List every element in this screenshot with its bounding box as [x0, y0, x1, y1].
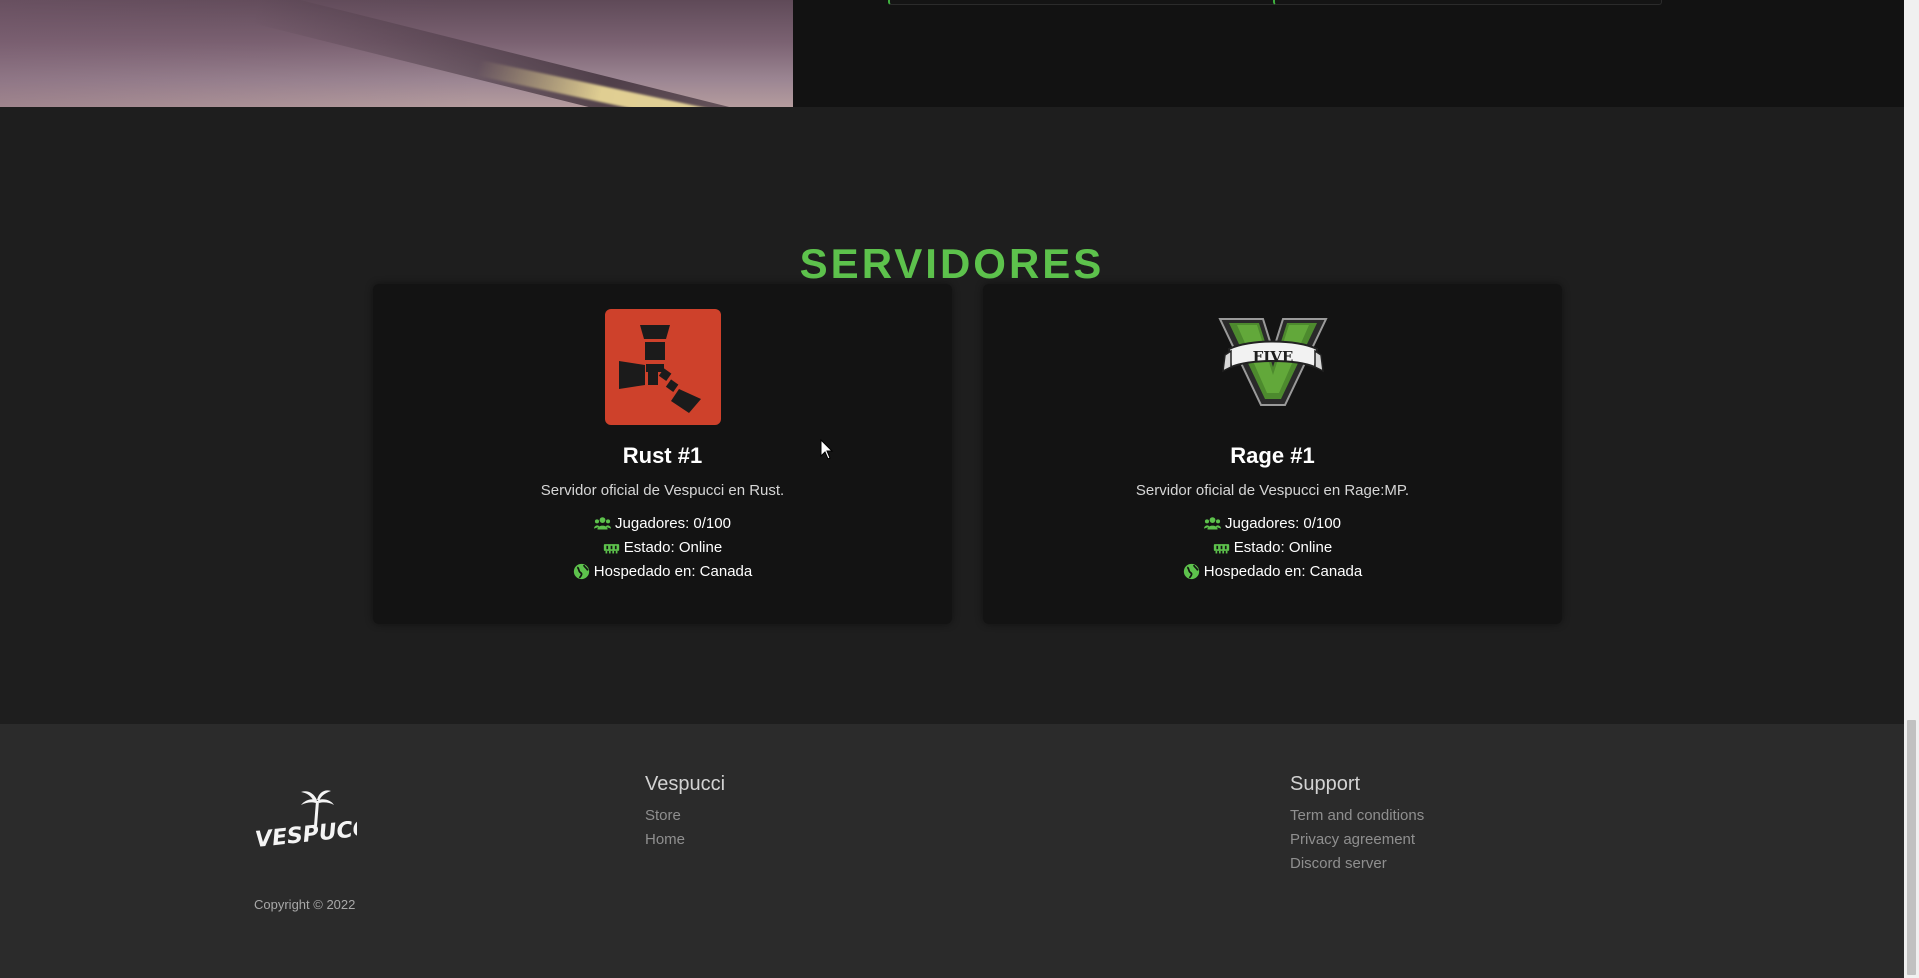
- hero-photo: [0, 0, 793, 107]
- hosted-stat: Hospedado en: Canada: [983, 563, 1562, 580]
- top-band: [0, 0, 1904, 107]
- footer-link-discord[interactable]: Discord server: [1290, 852, 1424, 876]
- status-stat: Estado: Online: [983, 539, 1562, 556]
- server-description: Servidor oficial de Vespucci en Rust.: [540, 482, 785, 499]
- players-stat: Jugadores: 0/100: [373, 515, 952, 532]
- globe-icon: [573, 563, 589, 580]
- hosted-text: Hospedado en: Canada: [593, 563, 753, 580]
- scrollbar-thumb[interactable]: [1907, 720, 1916, 975]
- gta-five-logo-icon: FIVE: [1215, 309, 1331, 425]
- top-input-field-right[interactable]: [1273, 0, 1662, 5]
- footer-link-store[interactable]: Store: [645, 804, 725, 828]
- footer-column-support: Support Term and conditions Privacy agre…: [1290, 773, 1424, 876]
- footer-link-home[interactable]: Home: [645, 828, 725, 852]
- footer-link-privacy[interactable]: Privacy agreement: [1290, 828, 1424, 852]
- footer-column-title: Vespucci: [645, 773, 726, 795]
- status-text: Estado: Online: [623, 539, 723, 556]
- vespucci-logo[interactable]: VESPUCCI: [253, 786, 378, 853]
- memory-chip-icon: [603, 544, 619, 554]
- vespucci-logo-text: VESPUCCI: [254, 815, 357, 852]
- page-scrollbar[interactable]: [1904, 0, 1919, 978]
- status-text: Estado: Online: [1233, 539, 1333, 556]
- users-icon: [594, 517, 612, 530]
- footer-column-vespucci: Vespucci Store Home: [645, 773, 725, 852]
- section-title: SERVIDORES: [799, 239, 1105, 287]
- servers-section: SERVIDORES Rust #1 Servidor oficial de V…: [0, 107, 1904, 724]
- status-stat: Estado: Online: [373, 539, 952, 556]
- rust-logo-icon: [604, 309, 721, 425]
- top-input-field-left[interactable]: [888, 0, 1277, 5]
- globe-icon: [1183, 563, 1199, 580]
- mouse-cursor-icon: [820, 439, 834, 460]
- server-card-rage: FIVE Rage #1 Servidor oficial de Vespucc…: [983, 284, 1562, 624]
- players-stat: Jugadores: 0/100: [983, 515, 1562, 532]
- server-name: Rage #1: [1230, 443, 1315, 468]
- server-description: Servidor oficial de Vespucci en Rage:MP.: [1135, 482, 1410, 499]
- footer-link-terms[interactable]: Term and conditions: [1290, 804, 1424, 828]
- users-icon: [1204, 517, 1222, 530]
- server-name: Rust #1: [622, 443, 703, 468]
- gta-logo-text: FIVE: [1252, 348, 1293, 366]
- footer: VESPUCCI Copyright © 2022 Vespucci Store…: [0, 724, 1904, 978]
- hosted-text: Hospedado en: Canada: [1203, 563, 1363, 580]
- memory-chip-icon: [1213, 544, 1229, 554]
- copyright: Copyright © 2022: [254, 897, 356, 912]
- hosted-stat: Hospedado en: Canada: [373, 563, 952, 580]
- players-text: Jugadores: 0/100: [615, 515, 731, 532]
- footer-column-title: Support: [1290, 773, 1361, 795]
- players-text: Jugadores: 0/100: [1225, 515, 1341, 532]
- server-card-rust: Rust #1 Servidor oficial de Vespucci en …: [373, 284, 952, 624]
